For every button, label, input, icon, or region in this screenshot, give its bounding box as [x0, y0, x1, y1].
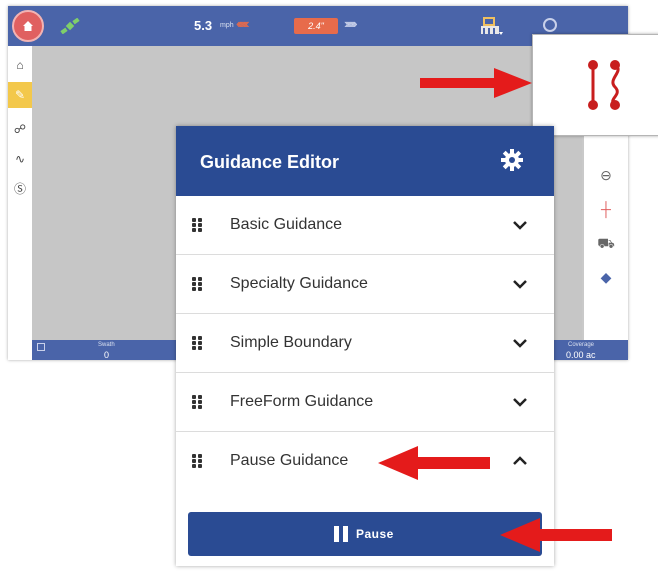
section-label: Basic Guidance	[230, 216, 343, 233]
panel-title: Guidance Editor	[200, 152, 340, 172]
section-specialty-guidance[interactable]: Specialty Guidance	[176, 255, 554, 314]
diagnostics-icon[interactable]: ∿	[8, 146, 32, 172]
satellite-icon[interactable]	[60, 18, 80, 34]
home-icon[interactable]: ⌂	[8, 52, 32, 78]
section-label: FreeForm Guidance	[230, 393, 374, 410]
pause-button[interactable]: Pause	[188, 512, 542, 556]
steer-left-indicator: ‹‹‹‹‹‹‹‹	[236, 16, 250, 31]
annotation-arrow-right	[420, 68, 532, 98]
home-button[interactable]	[12, 10, 44, 42]
section-label: Specialty Guidance	[230, 275, 368, 292]
drag-handle-icon[interactable]	[192, 336, 204, 350]
cross-track-error-badge: 2.4"	[294, 18, 338, 34]
section-freeform-guidance[interactable]: FreeForm Guidance	[176, 373, 554, 432]
chevron-up-icon[interactable]	[512, 453, 528, 469]
section-pause-guidance[interactable]: Pause Guidance	[176, 432, 554, 490]
camera-icon[interactable]	[541, 16, 559, 34]
coverage-label: Coverage	[568, 342, 595, 348]
annotation-arrow-left	[378, 446, 490, 480]
operator-icon[interactable]: ☍	[8, 116, 32, 142]
drag-handle-icon[interactable]	[192, 277, 204, 291]
guidance-editor-panel: Guidance Editor Basic Guidance Specialty…	[176, 126, 554, 566]
pause-icon	[334, 526, 348, 542]
chevron-down-icon[interactable]	[512, 335, 528, 351]
drag-handle-icon[interactable]	[192, 218, 204, 232]
speed-unit: mph	[220, 22, 234, 29]
drag-handle-icon[interactable]	[192, 395, 204, 409]
zoom-callout	[532, 34, 658, 136]
drag-handle-icon[interactable]	[192, 454, 204, 468]
left-sidebar: ⌂ ✎ ☍ ∿ Ⓢ	[8, 46, 32, 360]
pause-button-label: Pause	[356, 527, 394, 541]
swath-label: Swath	[98, 342, 115, 348]
layers-icon[interactable]: ◆	[584, 260, 628, 294]
section-simple-boundary[interactable]: Simple Boundary	[176, 314, 554, 373]
panel-header: Guidance Editor	[176, 126, 554, 196]
speed-readout: 5.3	[194, 18, 213, 33]
steer-right-indicator: ››››››››	[344, 16, 358, 31]
implement-icon[interactable]	[480, 16, 504, 36]
gear-icon[interactable]	[500, 148, 524, 172]
bottom-bar-indicator	[37, 343, 45, 351]
chevron-down-icon[interactable]	[512, 276, 528, 292]
chevron-down-icon[interactable]	[512, 394, 528, 410]
coverage-value: 0.00 ac	[566, 350, 596, 360]
section-basic-guidance[interactable]: Basic Guidance	[176, 196, 554, 255]
section-label: Simple Boundary	[230, 334, 352, 351]
ab-guidance-line-icon	[588, 60, 620, 110]
guidance-pin-icon[interactable]: ✎	[8, 82, 32, 108]
settings-s-icon[interactable]: Ⓢ	[8, 176, 32, 202]
tractor-icon[interactable]: ⛟	[584, 226, 628, 260]
section-label: Pause Guidance	[230, 452, 349, 469]
swath-value: 0	[104, 350, 110, 360]
annotation-arrow-left	[500, 518, 612, 552]
steering-wheel-icon[interactable]: ⊖	[584, 158, 628, 192]
crosshair-icon[interactable]: ┼	[584, 192, 628, 226]
chevron-down-icon[interactable]	[512, 217, 528, 233]
